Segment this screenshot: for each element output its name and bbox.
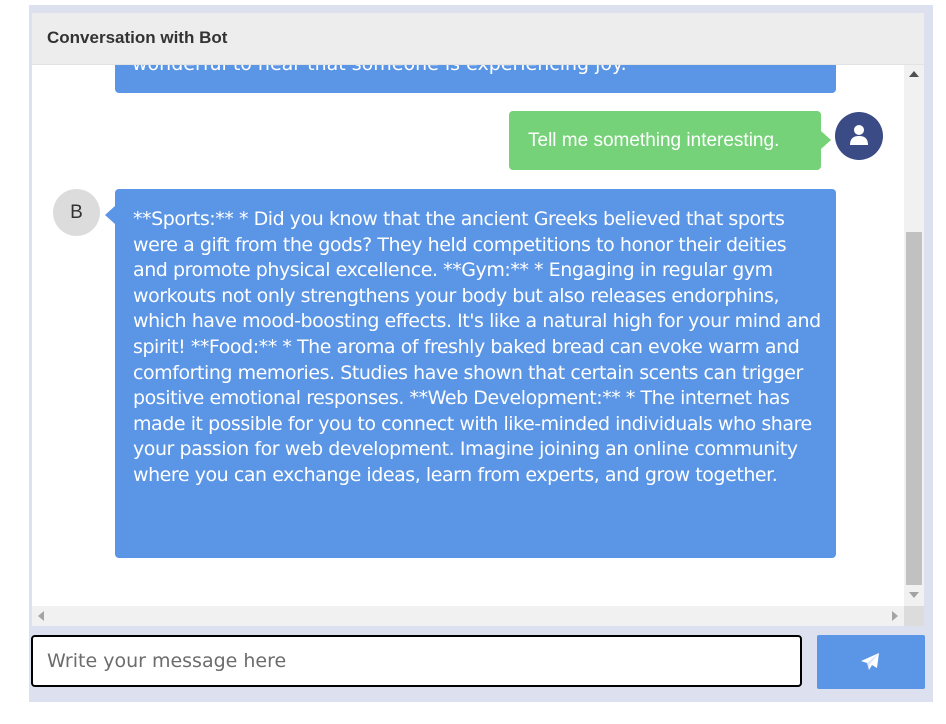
send-button[interactable]: [817, 635, 925, 689]
horizontal-scrollbar[interactable]: [32, 606, 904, 626]
user-icon: [850, 125, 868, 145]
paper-plane-icon: [861, 653, 879, 670]
message-input[interactable]: [31, 635, 802, 687]
message-composer: [29, 634, 933, 692]
bot-message-text: **Sports:** * Did you know that the anci…: [133, 208, 821, 486]
scrollbar-corner: [904, 606, 924, 626]
message-list[interactable]: wonderful to hear that someone is experi…: [32, 65, 904, 606]
user-message-bubble: Tell me something interesting.: [509, 111, 831, 170]
user-message-text: Tell me something interesting.: [528, 130, 780, 151]
page-title: Conversation with Bot: [47, 28, 228, 47]
bot-avatar: B: [53, 189, 100, 236]
bot-message-bubble: **Sports:** * Did you know that the anci…: [105, 189, 836, 558]
vertical-scroll-thumb[interactable]: [906, 232, 922, 585]
scroll-right-arrow-icon[interactable]: [892, 611, 898, 621]
scroll-left-arrow-icon[interactable]: [38, 611, 44, 621]
bot-message-text: wonderful to hear that someone is experi…: [132, 65, 627, 76]
vertical-scrollbar[interactable]: [904, 65, 924, 606]
scroll-down-arrow-icon[interactable]: [909, 592, 919, 598]
bot-message-bubble: wonderful to hear that someone is experi…: [115, 65, 836, 93]
chat-header: Conversation with Bot: [32, 13, 924, 65]
scroll-up-arrow-icon[interactable]: [909, 71, 919, 77]
user-avatar: [835, 112, 883, 160]
chat-panel: Conversation with Bot wonderful to hear …: [32, 13, 924, 626]
